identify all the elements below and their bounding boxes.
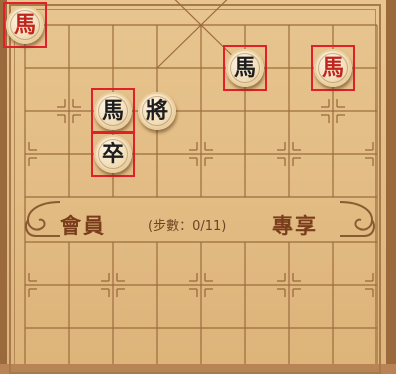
piece-ring	[98, 139, 128, 169]
piece-ring	[230, 53, 260, 83]
river-text-left: 會員	[60, 213, 106, 238]
black-horse[interactable]: 馬	[94, 92, 132, 130]
black-horse[interactable]: 馬	[226, 49, 264, 87]
step-prefix: (步數：	[148, 219, 193, 234]
step-counter: (步數：0/11)	[148, 215, 226, 234]
scroll-ornament-right	[334, 196, 380, 242]
step-count: 0/11	[192, 219, 222, 234]
piece-ring	[98, 96, 128, 126]
step-suffix: )	[221, 219, 227, 234]
piece-ring	[142, 96, 172, 126]
piece-ring	[318, 53, 348, 83]
black-soldier[interactable]: 卒	[94, 135, 132, 173]
red-horse[interactable]: 馬	[6, 6, 44, 44]
black-general[interactable]: 將	[138, 92, 176, 130]
red-horse[interactable]: 馬	[314, 49, 352, 87]
piece-ring	[10, 10, 40, 40]
river-text-right: 專享	[272, 213, 318, 238]
